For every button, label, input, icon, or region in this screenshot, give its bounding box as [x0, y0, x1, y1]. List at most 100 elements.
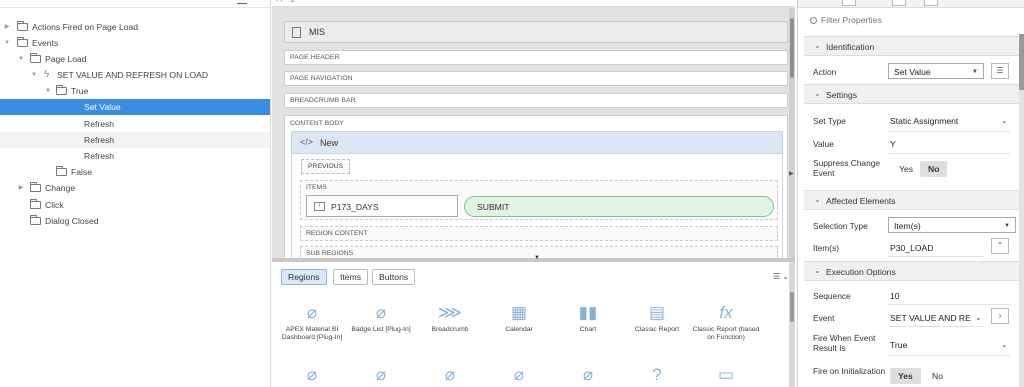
tree-node-true[interactable]: ▼ True — [0, 83, 270, 99]
gallery-item-calendar[interactable]: ▦ Calendar — [483, 302, 555, 334]
fire-init-no-toggle[interactable]: No — [924, 368, 951, 384]
tree-node-refresh[interactable]: Refresh — [0, 116, 270, 132]
scrollbar-thumb[interactable] — [1019, 34, 1024, 90]
toolbar-button[interactable] — [892, 0, 906, 6]
group-identification[interactable]: ⌄ Identification — [804, 36, 1020, 56]
expand-caret-icon[interactable]: ▶ — [3, 19, 11, 35]
chevron-down-icon: ⌄ — [975, 313, 982, 322]
gallery-item-help[interactable]: ? — [621, 364, 693, 386]
scrollbar-thumb[interactable] — [790, 18, 794, 78]
chevron-down-icon: ⌄ — [1001, 116, 1008, 125]
canvas-toolbar: ‹ › 2 — [272, 0, 795, 7]
previous-button[interactable]: PREVIOUS — [301, 159, 351, 174]
code-icon: </> — [300, 137, 314, 147]
tab-regions[interactable]: Regions — [281, 269, 327, 285]
gallery-item-apex-material-bi[interactable]: ⌀ APEX Material BI Dashboard [Plug-In] — [276, 302, 348, 342]
page-title-bar[interactable]: MIS — [284, 21, 788, 43]
suppress-no-toggle[interactable]: No — [920, 161, 948, 177]
region-header[interactable]: </> New — [292, 132, 782, 154]
folder-icon — [30, 199, 41, 209]
slot-page-navigation[interactable]: PAGE NAVIGATION — [284, 71, 788, 86]
set-type-select[interactable]: Static Assignment — [890, 116, 958, 126]
items-input[interactable]: P30_LOAD — [890, 243, 933, 253]
collapse-caret-icon[interactable]: ▼ — [3, 35, 11, 51]
tree-node-page-load[interactable]: ▼ Page Load — [0, 51, 270, 67]
tree-node-set-value[interactable]: Set Value — [0, 99, 270, 115]
item-field-p173-days[interactable]: I P173_DAYS — [306, 195, 458, 217]
group-affected-elements[interactable]: ⌄ Affected Elements — [804, 190, 1020, 210]
tree-node-label: Page Load — [45, 54, 87, 64]
field-underline — [888, 153, 1010, 154]
gallery-item-window[interactable]: ▭ — [690, 364, 762, 386]
tree-node-label: Click — [45, 200, 64, 210]
toolbar-button[interactable] — [842, 0, 856, 6]
slot-breadcrumb-bar[interactable]: BREADCRUMB BAR — [284, 93, 788, 108]
gallery-item-plugin[interactable]: ⌀ — [345, 364, 417, 386]
chevron-up-icon[interactable]: ⌃ — [991, 238, 1009, 254]
group-settings[interactable]: ⌄ Settings — [804, 84, 1020, 104]
tree-node-change[interactable]: ▶ Change — [0, 180, 270, 196]
toolbar-button[interactable] — [924, 0, 938, 6]
splitter-grip-icon[interactable]: ▼ — [534, 255, 540, 261]
region-content-slot[interactable]: REGION CONTENT — [300, 226, 778, 241]
tree-node-actions-fired-on-page-load[interactable]: ▶ Actions Fired on Page Load — [0, 19, 270, 35]
gallery-item-chart[interactable]: ▮▮ Chart — [552, 302, 624, 334]
items-slot[interactable]: ITEMS I P173_DAYS SUBMIT — [300, 180, 778, 220]
fire-when-select[interactable]: True — [890, 340, 907, 350]
plug-icon: ⌀ — [375, 303, 387, 322]
collapse-right-pane-handle[interactable]: ▶ — [789, 170, 794, 177]
tree-node-dynamic-action[interactable]: ▼ ϟ SET VALUE AND REFRESH ON LOAD — [0, 67, 270, 83]
tree-node-events[interactable]: ▼ Events — [0, 35, 270, 51]
collapse-caret-icon[interactable]: ▼ — [30, 67, 38, 83]
plug-icon: ⌀ — [444, 365, 456, 384]
slot-content-body[interactable]: CONTENT BODY </> New PREVIOUS ITEMS I P1… — [284, 115, 788, 258]
filter-properties[interactable]: Filter Properties — [810, 15, 882, 25]
gallery-menu-icon[interactable]: ☰ ⌄ — [773, 272, 789, 281]
gallery-item-breadcrumb[interactable]: ⋙ Breadcrumb — [414, 302, 486, 334]
suppress-yes-toggle[interactable]: Yes — [891, 161, 921, 177]
gallery-item-classic-report-function[interactable]: fx Classic Report (based on Function) — [690, 302, 762, 342]
expand-caret-icon[interactable]: ▶ — [17, 180, 25, 196]
property-scrollbar[interactable] — [1019, 34, 1024, 387]
plug-icon: ⌀ — [306, 365, 318, 384]
submit-button[interactable]: SUBMIT — [464, 196, 774, 217]
gallery-item-plugin[interactable]: ⌀ — [552, 364, 624, 386]
tree-node-dialog-closed[interactable]: Dialog Closed — [0, 213, 270, 229]
chevron-right-icon[interactable]: › — [991, 308, 1009, 324]
fire-init-yes-toggle[interactable]: Yes — [890, 368, 921, 384]
toolbar-minimize-icon[interactable] — [237, 0, 247, 4]
component-gallery: Regions Items Buttons ☰ ⌄ ⌀ APEX Materia… — [272, 262, 795, 387]
gallery-item-badge-list[interactable]: ⌀ Badge List [Plug-In] — [345, 302, 417, 334]
scrollbar-thumb[interactable] — [790, 292, 794, 322]
tab-items[interactable]: Items — [333, 269, 369, 285]
sequence-label: Sequence — [813, 291, 851, 301]
field-underline — [888, 355, 1010, 356]
tree-node-label: SET VALUE AND REFRESH ON LOAD — [57, 70, 209, 80]
tree-node-false[interactable]: False — [0, 164, 270, 180]
gallery-scrollbar[interactable] — [789, 262, 795, 387]
chevron-down-icon: ⌄ — [814, 266, 821, 275]
action-select[interactable]: Set Value ▼ — [888, 63, 984, 79]
collapse-caret-icon[interactable]: ▼ — [17, 51, 25, 67]
back-icon[interactable]: ‹ › — [276, 0, 283, 4]
gallery-item-classic-report[interactable]: ▤ Classic Report — [621, 302, 693, 334]
tree-node-click[interactable]: Click — [0, 197, 270, 213]
field-underline — [888, 256, 983, 257]
tab-buttons[interactable]: Buttons — [372, 269, 416, 285]
gallery-item-plugin[interactable]: ⌀ — [414, 364, 486, 386]
canvas-scrollbar[interactable] — [789, 8, 795, 258]
gallery-item-plugin[interactable]: ⌀ — [483, 364, 555, 386]
slot-label: BREADCRUMB BAR — [290, 97, 356, 104]
tree-node-refresh[interactable]: Refresh — [0, 132, 270, 148]
event-select[interactable]: SET VALUE AND RE — [890, 313, 971, 323]
tree-node-refresh[interactable]: Refresh — [0, 148, 270, 164]
region-new[interactable]: </> New PREVIOUS ITEMS I P173_DAYS SUBMI… — [291, 131, 783, 258]
group-execution-options[interactable]: ⌄ Execution Options — [804, 261, 1020, 281]
collapse-caret-icon[interactable]: ▼ — [44, 83, 52, 99]
value-input[interactable]: Y — [890, 139, 896, 149]
sequence-input[interactable]: 10 — [890, 291, 900, 301]
slot-page-header[interactable]: PAGE HEADER — [284, 50, 788, 65]
gallery-item-plugin[interactable]: ⌀ — [276, 364, 348, 386]
selection-type-select[interactable]: Item(s) ▼ — [888, 217, 1016, 233]
list-icon[interactable]: ☰ — [991, 63, 1009, 79]
